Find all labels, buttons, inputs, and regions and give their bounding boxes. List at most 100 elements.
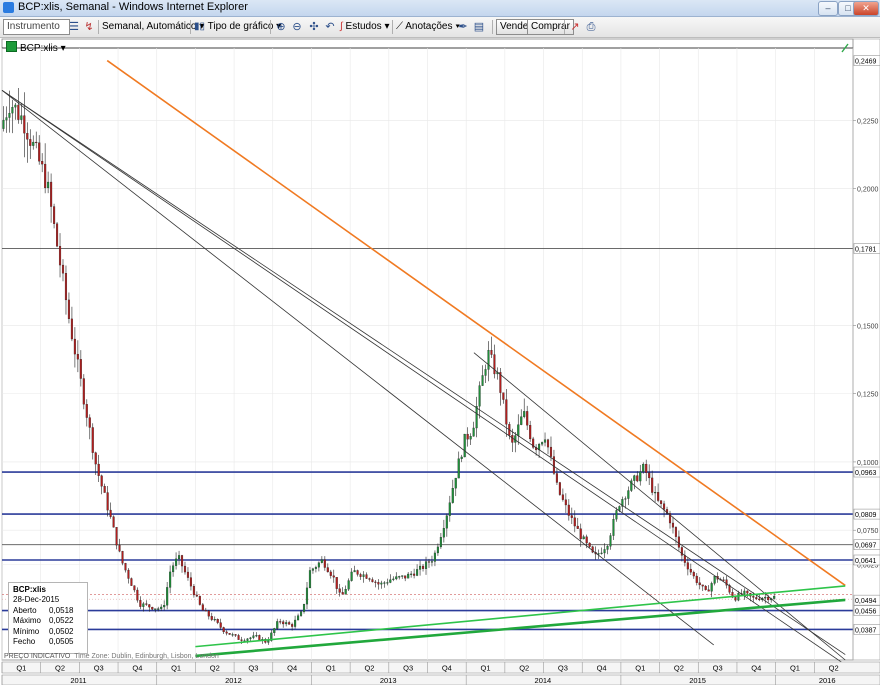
x-tick-label: Q2 — [519, 664, 529, 673]
candle-body — [335, 577, 338, 589]
candle-body — [555, 473, 558, 483]
candle-body — [475, 406, 478, 429]
candle-body — [20, 115, 23, 120]
x-tick-label: Q1 — [326, 664, 336, 673]
candle-body — [246, 638, 249, 641]
candle-body — [657, 492, 660, 501]
candle-body — [398, 576, 401, 578]
candle-body — [588, 542, 591, 547]
x-tick-label: Q4 — [287, 664, 297, 673]
candle-body — [178, 555, 181, 560]
year-label: 2014 — [535, 676, 552, 685]
candle-body — [689, 568, 692, 573]
candle-body — [121, 551, 124, 564]
info-row-open: Aberto 0,0518 — [13, 605, 74, 615]
candle-body — [2, 119, 5, 129]
candle-body — [308, 570, 312, 589]
candle-body — [773, 596, 776, 599]
candle-body — [186, 571, 190, 578]
candle-body — [23, 115, 26, 134]
candle-body — [341, 592, 344, 595]
symbol-name: BCP:xlis — [20, 43, 58, 54]
candle-body — [734, 597, 737, 601]
candle-body — [195, 594, 198, 597]
candle-body — [505, 399, 508, 425]
candle-body — [395, 576, 398, 580]
y-tick-label: 0,0750 — [857, 528, 879, 535]
candle-body — [222, 627, 225, 633]
candle-body — [722, 579, 725, 581]
symbol-selector[interactable]: BCP:xlis ▾ — [6, 41, 66, 54]
candle-body — [41, 161, 44, 165]
y-tick-label: 0,1250 — [857, 392, 879, 399]
x-tick-label: Q2 — [55, 664, 65, 673]
x-tick-label: Q1 — [790, 664, 800, 673]
year-label: 2011 — [70, 676, 86, 685]
candle-body — [302, 603, 306, 612]
candle-body — [240, 639, 243, 641]
x-tick-label: Q2 — [829, 664, 839, 673]
x-tick-label: Q3 — [248, 664, 258, 673]
candle-body — [454, 477, 457, 489]
ohlc-info-box: BCP:xlis 28-Dec-2015 Aberto 0,0518 Máximo… — [8, 582, 88, 654]
candle-body — [448, 502, 451, 516]
candle-body — [570, 515, 573, 518]
candle-body — [424, 561, 428, 569]
candle-body — [56, 223, 59, 247]
x-tick-label: Q4 — [751, 664, 761, 673]
candle-body — [752, 596, 755, 598]
year-label: 2013 — [380, 676, 397, 685]
candle-body — [436, 546, 439, 554]
candle-body — [151, 606, 154, 610]
info-row-low: Mínimo 0,0502 — [13, 626, 74, 636]
candle-body — [299, 611, 303, 616]
candle-body — [252, 635, 255, 638]
candle-body — [73, 338, 76, 355]
candle-body — [371, 579, 374, 583]
info-row-close: Fecho 0,0505 — [13, 637, 74, 647]
candle-body — [377, 582, 380, 585]
candle-body — [47, 181, 50, 189]
candle-body — [609, 535, 612, 547]
info-symbol: BCP:xlis — [13, 585, 46, 594]
candle-body — [743, 590, 746, 595]
candle-body — [374, 581, 377, 583]
price-chart[interactable]: 0,2250 0,2000 0,1500 0,1250 0,1000 0,0750 0,06… — [0, 0, 880, 685]
candle-body — [677, 536, 680, 548]
candle-body — [142, 603, 145, 607]
candle-body — [517, 424, 520, 436]
x-tick-label: Q1 — [481, 664, 491, 673]
candle-body — [112, 516, 115, 528]
candle-body — [526, 411, 529, 426]
candle-body — [627, 490, 630, 499]
candle-body — [671, 522, 675, 528]
candle-body — [564, 499, 567, 506]
symbol-icon — [6, 41, 17, 52]
candle-body — [427, 561, 431, 563]
candle-body — [660, 500, 663, 504]
candle-body — [546, 439, 550, 448]
candle-body — [91, 427, 94, 453]
candle-body — [710, 583, 713, 592]
candle-body — [323, 559, 326, 568]
candle-body — [38, 142, 41, 162]
candle-body — [558, 482, 561, 495]
candle-body — [639, 471, 642, 482]
candle-body — [442, 528, 445, 538]
candle-body — [511, 435, 514, 443]
candle-body — [502, 392, 505, 400]
candle-body — [755, 597, 758, 600]
candle-body — [612, 519, 615, 536]
x-tick-label: Q1 — [171, 664, 181, 673]
x-tick-label: Q1 — [635, 664, 645, 673]
candle-body — [582, 536, 585, 540]
candle-body — [29, 139, 32, 146]
indicative-label: PREÇO INDICATIVO — [4, 653, 71, 660]
candle-body — [79, 359, 82, 379]
candle-body — [166, 587, 169, 606]
candle-body — [433, 552, 436, 562]
candle-body — [285, 622, 288, 625]
candle-body — [663, 503, 666, 510]
candle-body — [401, 575, 404, 577]
candle-body — [314, 567, 317, 569]
